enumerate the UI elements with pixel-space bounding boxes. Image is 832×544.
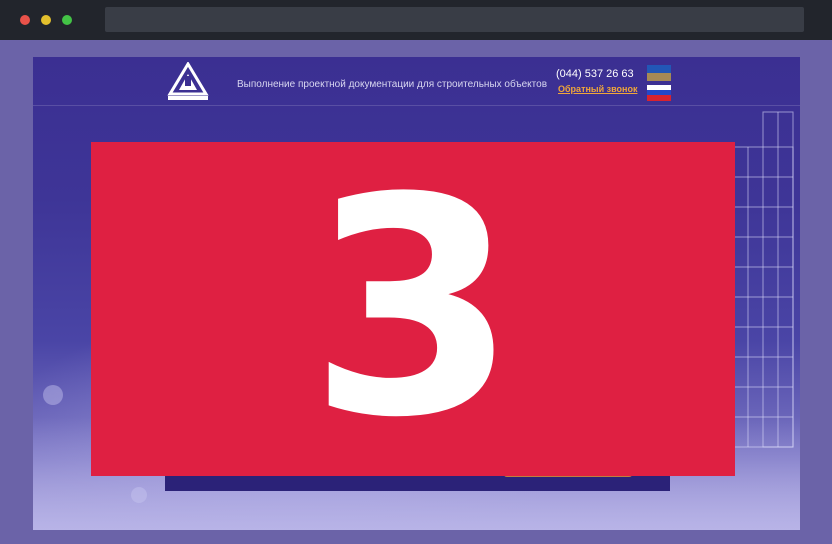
site-tagline: Выполнение проектной документации для ст… [237,79,548,90]
maximize-window-icon[interactable] [62,15,72,25]
ua-flag-icon[interactable] [647,65,671,81]
browser-toolbar [0,0,832,40]
countdown-number: 3 [308,134,518,483]
decorative-circle [131,487,147,503]
language-switcher [647,65,671,105]
logo-triangle-icon [167,62,209,100]
countdown-overlay: 3 [91,142,735,476]
decorative-circle [43,385,63,405]
callback-link[interactable]: Обратный звонок [558,84,637,94]
minimize-window-icon[interactable] [41,15,51,25]
phone-number[interactable]: (044) 537 26 63 [556,68,634,80]
header-divider [33,105,800,106]
ru-flag-icon[interactable] [647,85,671,101]
close-window-icon[interactable] [20,15,30,25]
company-logo[interactable] [166,62,210,102]
address-bar[interactable] [105,7,804,32]
